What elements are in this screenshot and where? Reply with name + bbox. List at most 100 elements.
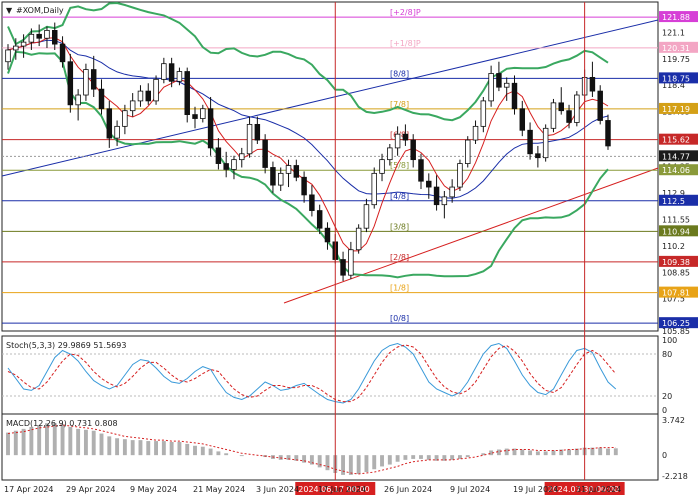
candle-body [176,71,183,82]
candle-body [200,108,206,119]
candle-body [231,159,237,170]
macd-tick-label: -2.218 [662,472,688,481]
price-tag-value: 114.06 [662,166,690,175]
price-tag-value: 106.25 [662,319,690,328]
candle-body [542,127,549,159]
candle-body [145,90,151,102]
candle-body [153,78,159,102]
candle-body [410,139,416,161]
candle-body [270,167,276,186]
x-axis-label: 9 Jul 2024 [450,485,490,494]
candle-body [114,125,120,139]
candle-body [28,33,35,43]
candle-body [441,196,448,206]
candle-body [488,73,494,102]
candle-body [161,63,167,80]
y-tick-label: 121.1 [662,28,685,37]
candle-body [129,100,136,112]
y-tick-label: 108.85 [662,268,690,277]
candle-body [558,102,564,112]
candle-body [44,29,50,39]
candle-body [605,120,611,147]
x-axis-label: 29 Apr 2024 [66,485,115,494]
candle-body [309,194,315,211]
price-tag-value: 109.38 [662,258,690,267]
candle-body [215,147,222,164]
murrey-level-label: [1/8] [390,284,409,293]
candle-body [496,73,502,88]
y-tick-label: 119.75 [662,55,690,64]
candle-body [246,123,253,155]
price-tag-value: 120.31 [662,44,690,53]
stoch-tick-label: 80 [662,350,672,359]
x-axis-label: 17 Jun 2024 [318,485,366,494]
candle-body [527,129,533,155]
x-axis-label: 26 Jun 2024 [384,485,432,494]
y-tick-label: 105.85 [662,327,690,336]
candle-body [324,227,331,243]
candle-body [480,100,487,127]
macd-tick-label: 0 [662,451,667,460]
y-tick-label: 111.55 [662,215,690,224]
x-axis-label: 19 Jul 2024 [513,485,558,494]
candle-body [387,147,393,161]
candle-body [207,108,214,149]
candle-body [418,159,424,182]
candle-body [503,82,510,88]
candle-body [223,163,229,170]
candle-body [371,172,377,206]
murrey-level-label: [2/8] [390,253,409,262]
candle-body [589,76,596,92]
candle-body [20,41,27,47]
candle-body [472,125,479,141]
candle-body [5,49,11,63]
candle-body [36,33,42,39]
candle-body [137,90,144,102]
x-axis-label: 17 Apr 2024 [4,485,53,494]
x-axis-label: 3 Jun 2024 [256,485,299,494]
candle-body [449,186,455,198]
candle-body [363,204,370,229]
candle-body [519,108,526,131]
collapse-arrow-icon[interactable]: ▼ [6,6,13,15]
candle-body [254,123,261,141]
candle-body [168,63,175,82]
murrey-level-label: [8/8] [390,69,409,78]
candle-body [597,90,603,121]
candle-body [550,102,557,129]
murrey-level-label: [0/8] [390,314,409,323]
candle-body [184,71,190,116]
candle-body [316,210,323,229]
x-axis-label: 31 Jul 2024 [576,485,621,494]
murrey-level-label: [+1/8]P [390,39,421,48]
price-tag-value: 110.94 [662,227,690,236]
stoch-tick-label: 20 [662,392,672,401]
macd-label: MACD(12,26,9) 0.731 0.808 [6,419,118,428]
candle-body [355,227,362,251]
stoch-label: Stoch(5,3,3) 29.9869 51.5693 [6,341,126,350]
candle-body [402,133,409,141]
price-tag-value: 117.19 [662,105,690,114]
candle-body [394,133,401,149]
candle-body [52,29,58,45]
stoch-tick-label: 100 [662,336,677,345]
candle-body [348,249,354,276]
candle-body [340,259,346,276]
candle-body [277,172,284,186]
candle-body [535,153,541,159]
price-chart[interactable]: [+2/8]P[+1/8]P[8/8][7/8][6/8][5/8][4/8][… [0,0,700,500]
candle-body [262,139,268,168]
candle-body [293,165,300,178]
candle-body [239,153,245,161]
candle-body [379,159,385,174]
murrey-level-label: [+2/8]P [390,8,421,17]
price-tag-value: 112.5 [662,197,685,206]
x-axis-label: 21 May 2024 [193,485,245,494]
candle-body [67,61,74,106]
candle-body [574,94,580,123]
price-tag-value: 118.75 [662,74,690,83]
price-tag-value: 115.62 [662,136,690,145]
candle-body [566,110,572,123]
current-price-value: 114.77 [662,152,690,161]
candle-body [122,110,128,127]
